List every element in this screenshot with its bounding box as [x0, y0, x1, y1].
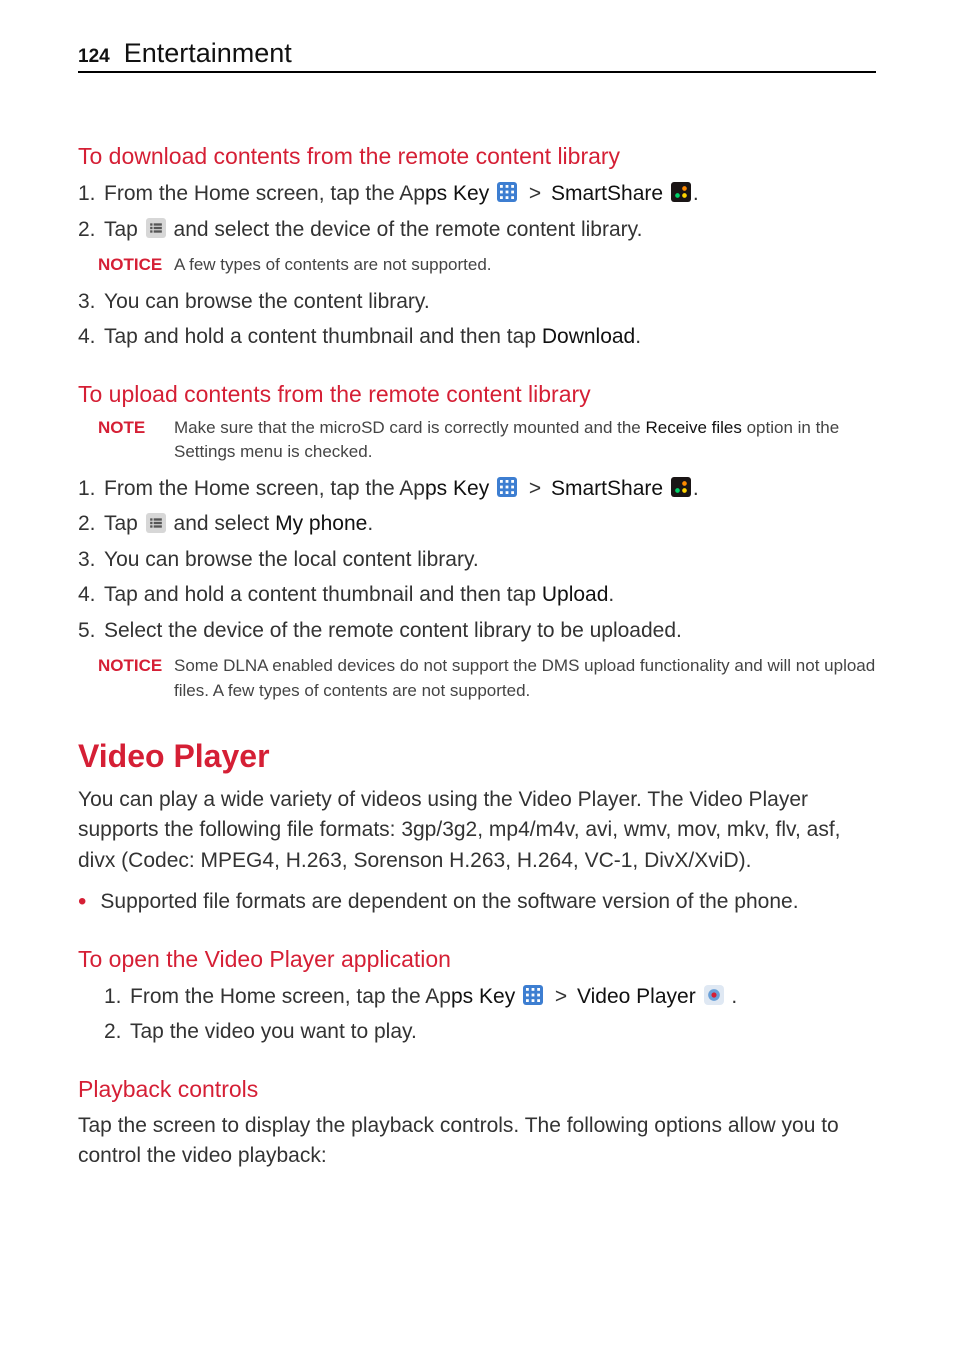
step-text: and select	[168, 512, 275, 535]
page-number: 124	[78, 46, 110, 68]
upload-step-1: 1. From the Home screen, tap the Apps Ke…	[78, 473, 876, 505]
step-number: 3.	[78, 286, 104, 318]
note-label: NOTE	[98, 416, 174, 441]
document-page: 124 Entertainment To download contents f…	[0, 0, 954, 1217]
step-text-bold: Video Player	[577, 985, 696, 1008]
step-number: 1.	[78, 473, 104, 505]
video-player-icon	[704, 985, 724, 1005]
step-text-bold: ps Key	[425, 477, 489, 500]
step-text: You can browse the content library.	[104, 286, 430, 318]
open-video-step-1: 1. From the Home screen, tap the Apps Ke…	[78, 981, 876, 1013]
step-text: From the Home screen, tap the Ap	[104, 182, 425, 205]
apps-key-icon	[497, 477, 517, 497]
download-step-1: 1. From the Home screen, tap the Apps Ke…	[78, 178, 876, 210]
open-video-steps: 1. From the Home screen, tap the Apps Ke…	[78, 981, 876, 1048]
apps-key-icon	[523, 985, 543, 1005]
notice-text: Some DLNA enabled devices do not support…	[174, 654, 876, 703]
step-text-bold: ps Key	[451, 985, 515, 1008]
header-title: Entertainment	[124, 38, 292, 69]
step-text-bold: Upload	[542, 583, 609, 606]
list-devices-icon	[146, 513, 166, 533]
notice-label: NOTICE	[98, 654, 174, 679]
step-number: 3.	[78, 544, 104, 576]
step-text-bold: ps Key	[425, 182, 489, 205]
chevron-right: >	[529, 477, 541, 500]
step-text: You can browse the local content library…	[104, 544, 479, 576]
smartshare-icon	[671, 182, 691, 202]
step-text: Select the device of the remote content …	[104, 615, 682, 647]
step-number: 2.	[78, 214, 104, 246]
step-text: Tap and hold a content thumbnail and the…	[104, 583, 542, 606]
notice-text: A few types of contents are not supporte…	[174, 253, 492, 278]
subheading-upload: To upload contents from the remote conte…	[78, 381, 876, 408]
step-number: 2.	[78, 508, 104, 540]
download-step-4: 4. Tap and hold a content thumbnail and …	[78, 321, 876, 353]
download-notice: NOTICE A few types of contents are not s…	[98, 253, 876, 278]
step-number: 4.	[78, 579, 104, 611]
upload-note: NOTE Make sure that the microSD card is …	[98, 416, 876, 465]
step-text: and select the device of the remote cont…	[168, 218, 643, 241]
upload-steps: 1. From the Home screen, tap the Apps Ke…	[78, 473, 876, 647]
upload-step-5: 5. Select the device of the remote conte…	[78, 615, 876, 647]
step-text: From the Home screen, tap the Ap	[130, 985, 451, 1008]
download-steps-cont: 3. You can browse the content library. 4…	[78, 286, 876, 353]
list-devices-icon	[146, 218, 166, 238]
step-text: From the Home screen, tap the Ap	[104, 477, 425, 500]
step-text-bold: Download	[542, 325, 635, 348]
step-text: Tap	[104, 512, 144, 535]
upload-step-4: 4. Tap and hold a content thumbnail and …	[78, 579, 876, 611]
smartshare-icon	[671, 477, 691, 497]
step-number: 5.	[78, 615, 104, 647]
download-step-2: 2. Tap and select the device of the remo…	[78, 214, 876, 246]
download-steps: 1. From the Home screen, tap the Apps Ke…	[78, 178, 876, 245]
step-text: .	[635, 325, 641, 348]
section-title-video-player: Video Player	[78, 738, 876, 775]
subheading-open-video: To open the Video Player application	[78, 946, 876, 973]
chevron-right: >	[529, 182, 541, 205]
subheading-download: To download contents from the remote con…	[78, 143, 876, 170]
chevron-right: >	[555, 985, 567, 1008]
note-text: Make sure that the microSD card is corre…	[174, 418, 645, 437]
page-header: 124 Entertainment	[78, 38, 876, 73]
note-text-bold: Receive files	[645, 418, 741, 437]
subheading-playback-controls: Playback controls	[78, 1076, 876, 1103]
bullet-text: Supported file formats are dependent on …	[100, 886, 798, 918]
step-number: 4.	[78, 321, 104, 353]
playback-text: Tap the screen to display the playback c…	[78, 1111, 876, 1172]
apps-key-icon	[497, 182, 517, 202]
video-bullets: Supported file formats are dependent on …	[78, 886, 876, 918]
upload-notice: NOTICE Some DLNA enabled devices do not …	[98, 654, 876, 703]
step-text: Tap and hold a content thumbnail and the…	[104, 325, 542, 348]
step-text-bold: My phone	[275, 512, 367, 535]
step-number: 2.	[104, 1016, 130, 1048]
step-text: Tap	[104, 218, 144, 241]
step-text-bold: SmartShare	[551, 182, 663, 205]
step-text: Tap the video you want to play.	[130, 1016, 417, 1048]
video-bullet-1: Supported file formats are dependent on …	[78, 886, 876, 918]
notice-label: NOTICE	[98, 253, 174, 278]
download-step-3: 3. You can browse the content library.	[78, 286, 876, 318]
open-video-step-2: 2. Tap the video you want to play.	[78, 1016, 876, 1048]
upload-step-3: 3. You can browse the local content libr…	[78, 544, 876, 576]
upload-step-2: 2. Tap and select My phone.	[78, 508, 876, 540]
video-intro: You can play a wide variety of videos us…	[78, 785, 876, 876]
step-number: 1.	[104, 981, 130, 1013]
step-text: .	[367, 512, 373, 535]
step-text: .	[608, 583, 614, 606]
step-text-bold: SmartShare	[551, 477, 663, 500]
step-number: 1.	[78, 178, 104, 210]
